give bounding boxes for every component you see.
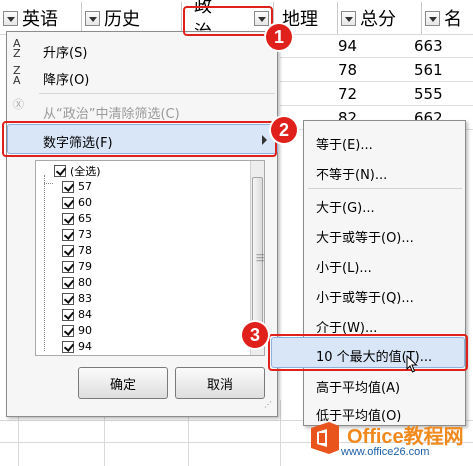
checkbox[interactable]: [54, 164, 66, 177]
highlight-box-politics-header: [183, 6, 273, 36]
filter-dropdown-button[interactable]: [341, 10, 356, 26]
column-header-english[interactable]: 英语: [0, 2, 82, 34]
sort-descending-item[interactable]: ZA 降序(O): [7, 60, 277, 92]
scrollbar-thumb[interactable]: — — —: [252, 177, 265, 337]
clear-filter-icon: Ⓧ: [13, 98, 24, 111]
checkbox[interactable]: [62, 180, 74, 193]
step-badge: 1: [266, 24, 292, 50]
filter-dropdown-button[interactable]: [3, 10, 18, 26]
value-checkbox[interactable]: 57: [62, 179, 92, 194]
number-filter-submenu: 等于(E)... 不等于(N)... 大于(G)... 大于或等于(O)... …: [303, 120, 466, 426]
mouse-cursor-icon: [406, 355, 418, 373]
filter-dropdown-button[interactable]: [85, 10, 100, 26]
filter-dropdown-panel: AZ 升序(S) ZA 降序(O) Ⓧ 从“政治”中清除筛选(C) 数字筛选(F…: [6, 31, 278, 417]
submenu-item-less-than[interactable]: 小于(L)...: [304, 249, 465, 279]
table-row: 78 561: [280, 58, 473, 82]
highlight-box-number-filter: [2, 121, 277, 157]
value-checkbox[interactable]: 60: [62, 195, 92, 210]
checkbox[interactable]: [62, 196, 74, 209]
checkbox[interactable]: [62, 244, 74, 257]
value-checkbox[interactable]: 84: [62, 307, 92, 322]
checkbox[interactable]: [62, 324, 74, 337]
value-checkbox[interactable]: 90: [62, 323, 92, 338]
column-header-history[interactable]: 历史: [82, 2, 182, 34]
submenu-item-greater-than[interactable]: 大于(G)...: [304, 189, 465, 219]
value-checkbox[interactable]: 83: [62, 291, 92, 306]
checkbox[interactable]: [62, 308, 74, 321]
sort-ascending-icon: AZ: [13, 37, 21, 60]
checkbox[interactable]: [62, 292, 74, 305]
grip-icon: — — —: [256, 250, 265, 266]
filter-value-list[interactable]: (全选) 57 60 65 73 78 79 80 83 84 90 94 — —…: [35, 160, 265, 356]
value-checkbox[interactable]: 80: [62, 275, 92, 290]
checkbox[interactable]: [62, 340, 74, 353]
sort-descending-icon: ZA: [13, 64, 21, 87]
select-all-checkbox[interactable]: (全选): [54, 163, 101, 178]
step-badge: 2: [271, 117, 297, 143]
cancel-button[interactable]: 取消: [175, 367, 265, 399]
checkbox[interactable]: [62, 228, 74, 241]
resize-grip-icon[interactable]: ⋰: [264, 401, 274, 413]
checkbox[interactable]: [62, 276, 74, 289]
column-header-rank[interactable]: 名: [422, 2, 473, 34]
submenu-item-less-or-equal[interactable]: 小于或等于(Q)...: [304, 279, 465, 309]
step-badge: 3: [242, 322, 268, 348]
table-row: 72 555: [280, 82, 473, 106]
submenu-item-above-average[interactable]: 高于平均值(A): [304, 369, 465, 399]
value-checkbox[interactable]: 73: [62, 227, 92, 242]
tree-line: [44, 175, 45, 351]
checkbox[interactable]: [62, 212, 74, 225]
grid-line: [280, 400, 281, 466]
highlight-box-top-10: [268, 334, 468, 371]
table-row: 94 663: [280, 34, 473, 58]
value-checkbox[interactable]: 78: [62, 243, 92, 258]
value-checkbox[interactable]: 79: [62, 259, 92, 274]
submenu-item-greater-or-equal[interactable]: 大于或等于(O)...: [304, 219, 465, 249]
filter-dropdown-button[interactable]: [425, 10, 440, 26]
watermark: Office教程网 www.office26.com: [305, 418, 473, 466]
value-checkbox[interactable]: 94: [62, 339, 92, 354]
tree-line: [44, 183, 53, 184]
ok-button[interactable]: 确定: [78, 367, 168, 399]
submenu-item-equals[interactable]: 等于(E)...: [304, 126, 465, 156]
submenu-item-not-equals[interactable]: 不等于(N)...: [304, 156, 465, 186]
office-logo-icon: [311, 422, 339, 454]
checkbox[interactable]: [62, 260, 74, 273]
value-checkbox[interactable]: 65: [62, 211, 92, 226]
column-header-total[interactable]: 总分: [338, 2, 422, 34]
